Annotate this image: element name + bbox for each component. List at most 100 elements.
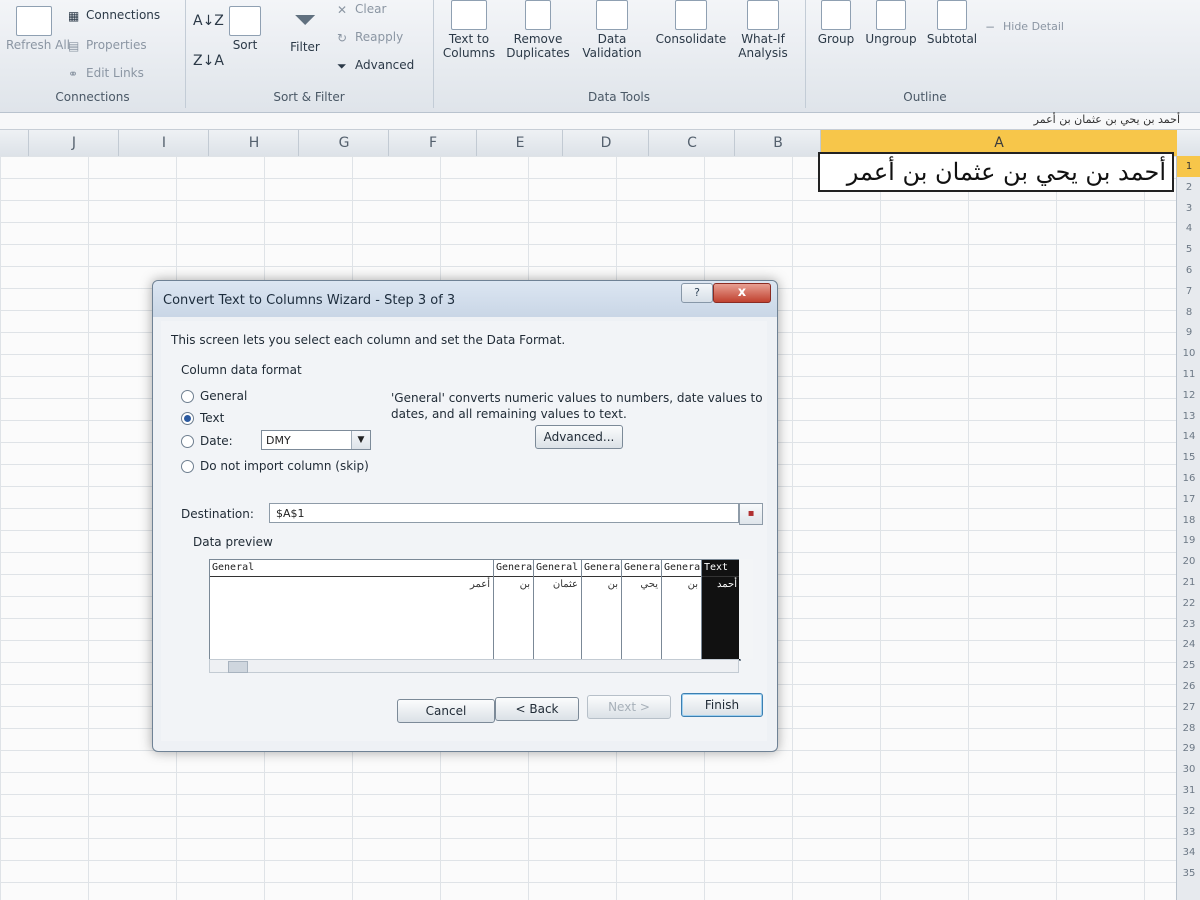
remove-duplicates-button[interactable]: Remove Duplicates [503, 0, 573, 60]
row-header[interactable]: 9 [1177, 322, 1200, 343]
row-header[interactable]: 16 [1177, 468, 1200, 489]
text-to-columns-button[interactable]: Text to Columns [439, 0, 499, 60]
radio-button[interactable] [181, 460, 194, 473]
filter-button[interactable]: ⏷ Filter [281, 4, 329, 55]
destination-input[interactable]: $A$1 [269, 503, 739, 523]
column-header-g[interactable]: G [298, 130, 389, 156]
row-header[interactable]: 23 [1177, 614, 1200, 635]
edit-links-button[interactable]: ⚭ Edit Links [68, 66, 144, 80]
row-header[interactable]: 15 [1177, 447, 1200, 468]
row-header[interactable]: 24 [1177, 634, 1200, 655]
row-header[interactable]: 28 [1177, 718, 1200, 739]
scroll-thumb[interactable] [228, 661, 248, 673]
radio-general[interactable]: General [181, 389, 247, 403]
row-header[interactable]: 31 [1177, 780, 1200, 801]
back-button[interactable]: < Back [495, 697, 579, 721]
ungroup-button[interactable]: Ungroup [861, 0, 921, 46]
subtotal-button[interactable]: Subtotal [923, 0, 981, 46]
row-header[interactable]: 27 [1177, 697, 1200, 718]
cancel-button[interactable]: Cancel [397, 699, 495, 723]
column-header-e[interactable]: E [476, 130, 563, 156]
column-header-d[interactable]: D [562, 130, 649, 156]
row-header[interactable]: 19 [1177, 530, 1200, 551]
row-header[interactable]: 14 [1177, 426, 1200, 447]
row-header[interactable]: 22 [1177, 593, 1200, 614]
row-header[interactable]: 4 [1177, 218, 1200, 239]
date-format-select[interactable]: DMY ▼ [261, 430, 371, 450]
outline-group-label: Outline [903, 90, 947, 104]
close-button[interactable]: x [713, 283, 771, 303]
cell-a1[interactable]: أحمد بن يحي بن عثمان بن أعمر [818, 152, 1174, 192]
row-header[interactable]: 26 [1177, 676, 1200, 697]
radio-skip-column[interactable]: Do not import column (skip) [181, 459, 369, 473]
row-header[interactable]: 8 [1177, 302, 1200, 323]
formula-bar[interactable]: أحمد بن يحي بن عثمان بن أعمر [0, 113, 1200, 130]
next-button[interactable]: Next > [587, 695, 671, 719]
preview-column[interactable]: General بن [494, 560, 534, 660]
collapse-dialog-icon[interactable]: ▪ [739, 503, 763, 525]
row-header[interactable]: 17 [1177, 489, 1200, 510]
row-header[interactable]: 12 [1177, 385, 1200, 406]
clear-button[interactable]: ✕ Clear [337, 2, 386, 16]
finish-button[interactable]: Finish [681, 693, 763, 717]
help-button[interactable]: ? [681, 283, 713, 303]
row-header[interactable]: 29 [1177, 738, 1200, 759]
preview-column[interactable]: General يحي [622, 560, 662, 660]
preview-column[interactable]: General أعمر [210, 560, 494, 660]
preview-column[interactable]: General بن [662, 560, 702, 660]
preview-column-selected[interactable]: Text أحمد [702, 560, 740, 660]
hide-detail-button[interactable]: − Hide Detail [985, 20, 1064, 34]
row-header[interactable]: 5 [1177, 239, 1200, 260]
row-header[interactable]: 7 [1177, 281, 1200, 302]
column-header-f[interactable]: F [388, 130, 477, 156]
row-header[interactable]: 6 [1177, 260, 1200, 281]
sort-button[interactable]: Sort [225, 6, 265, 52]
sort-az-button[interactable]: A↓Z [193, 14, 224, 28]
radio-date[interactable]: Date: [181, 434, 233, 448]
row-header[interactable]: 2 [1177, 177, 1200, 198]
advanced-filter-button[interactable]: ⏷ Advanced [337, 58, 414, 72]
row-header[interactable]: 21 [1177, 572, 1200, 593]
consolidate-button[interactable]: Consolidate [653, 0, 729, 46]
formula-value[interactable]: أحمد بن يحي بن عثمان بن أعمر [1034, 113, 1180, 126]
column-header-i[interactable]: I [118, 130, 209, 156]
row-header[interactable]: 32 [1177, 801, 1200, 822]
data-validation-button[interactable]: Data Validation [579, 0, 645, 60]
reapply-button[interactable]: ↻ Reapply [337, 30, 403, 44]
group-button[interactable]: Group [813, 0, 859, 46]
data-preview-table[interactable]: General أعمر General بن General عثمان Ge… [209, 559, 741, 661]
row-header[interactable]: 11 [1177, 364, 1200, 385]
chevron-down-icon[interactable]: ▼ [351, 431, 370, 449]
what-if-analysis-button[interactable]: What-If Analysis [731, 0, 795, 60]
sort-za-button[interactable]: Z↓A [193, 54, 224, 68]
preview-column[interactable]: General بن [582, 560, 622, 660]
preview-column[interactable]: General عثمان [534, 560, 582, 660]
radio-button[interactable] [181, 435, 194, 448]
row-header[interactable]: 1 [1177, 156, 1200, 177]
column-header-b[interactable]: B [734, 130, 821, 156]
advanced-button[interactable]: Advanced... [535, 425, 623, 449]
dialog-titlebar[interactable]: Convert Text to Columns Wizard - Step 3 … [153, 281, 777, 317]
sort-filter-group: A↓Z Z↓A Sort ⏷ Filter ✕ Clear ↻ Reapply ⏷ A… [185, 0, 434, 108]
column-header-h[interactable]: H [208, 130, 299, 156]
column-header-j[interactable]: J [28, 130, 119, 156]
radio-button[interactable] [181, 390, 194, 403]
connections-button[interactable]: ▦ Connections [68, 8, 160, 22]
preview-vertical-scrollbar[interactable] [739, 559, 753, 659]
row-header[interactable]: 34 [1177, 842, 1200, 863]
radio-button-selected[interactable] [181, 412, 194, 425]
row-header[interactable]: 20 [1177, 551, 1200, 572]
preview-horizontal-scrollbar[interactable] [209, 659, 739, 673]
properties-button[interactable]: ▤ Properties [68, 38, 147, 52]
row-header[interactable]: 25 [1177, 655, 1200, 676]
row-header[interactable]: 3 [1177, 198, 1200, 219]
row-header[interactable]: 18 [1177, 510, 1200, 531]
row-header[interactable]: 13 [1177, 406, 1200, 427]
row-header[interactable]: 10 [1177, 343, 1200, 364]
column-header-c[interactable]: C [648, 130, 735, 156]
row-header[interactable]: 30 [1177, 759, 1200, 780]
row-header[interactable]: 33 [1177, 822, 1200, 843]
refresh-all-button[interactable]: Refresh All [6, 6, 70, 52]
row-header[interactable]: 35 [1177, 863, 1200, 884]
radio-text[interactable]: Text [181, 411, 224, 425]
